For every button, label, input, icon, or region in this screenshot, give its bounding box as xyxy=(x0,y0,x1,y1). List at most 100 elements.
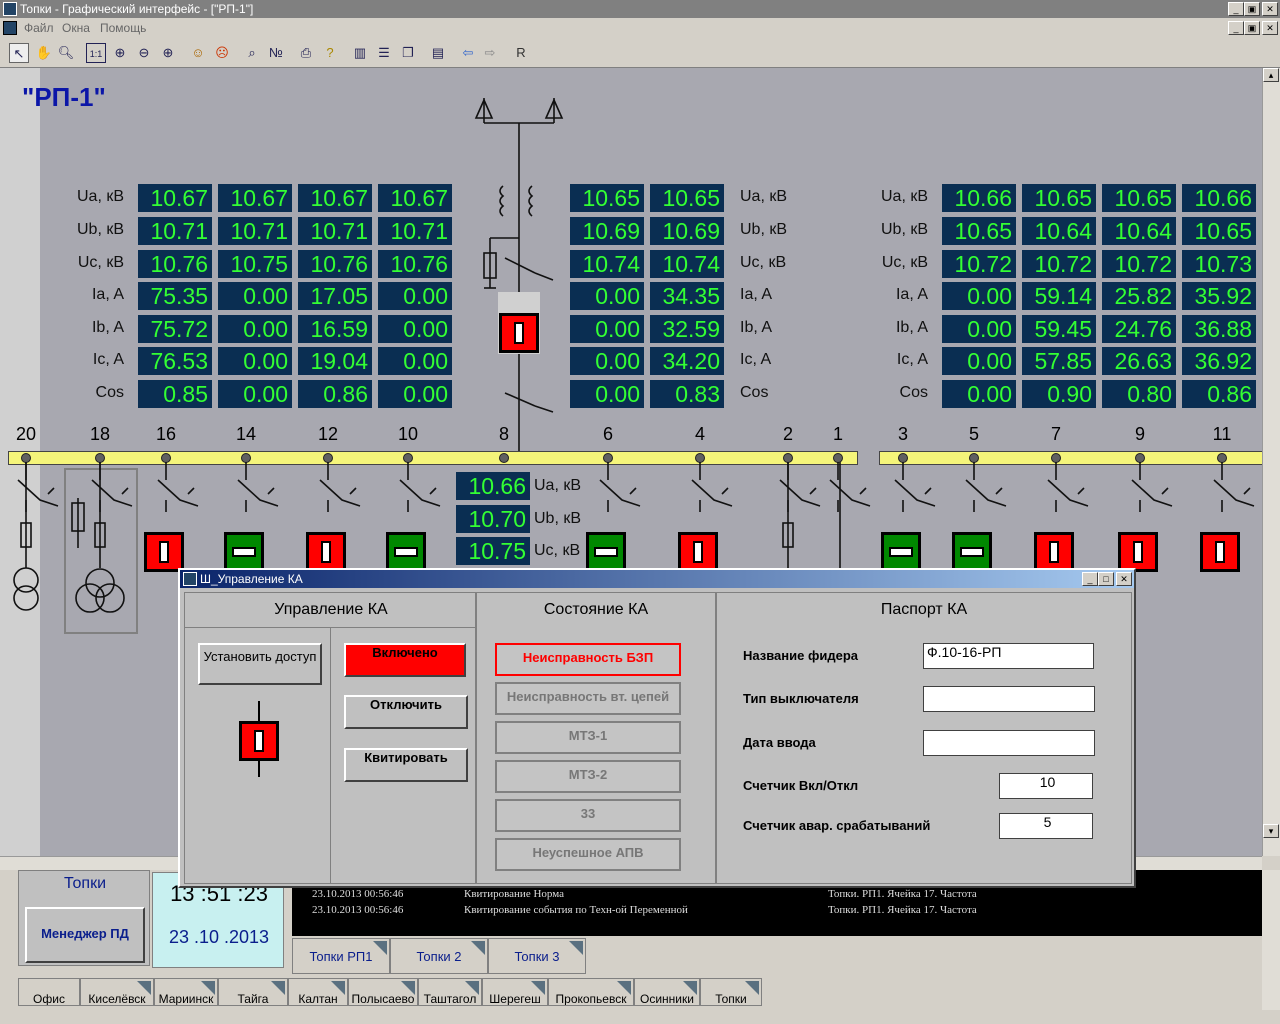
breaker-feeder-6[interactable] xyxy=(586,532,626,572)
doc-minimize-button[interactable]: _ xyxy=(1228,21,1244,35)
menu-file[interactable]: Файл xyxy=(24,21,54,35)
zoom-fit-icon[interactable]: ⊕ xyxy=(110,43,130,63)
number-icon[interactable]: № xyxy=(266,43,286,63)
station-tab[interactable]: Осинники xyxy=(634,978,700,1006)
switch-off-button[interactable]: Отключить xyxy=(344,695,468,729)
station-tab[interactable]: Калтан xyxy=(288,978,348,1006)
feeder-number: 3 xyxy=(897,424,908,444)
breaker-feeder-10[interactable] xyxy=(386,532,426,572)
acknowledge-button[interactable]: Квитировать xyxy=(344,748,468,782)
cascade-icon[interactable]: ❐ xyxy=(398,43,418,63)
station-tab[interactable]: Топки xyxy=(700,978,762,1006)
location-tab[interactable]: Топки 3 xyxy=(488,938,586,974)
back-arrow-icon[interactable]: ⇦ xyxy=(458,43,478,63)
row-label: Ib, A xyxy=(740,319,773,336)
vertical-scrollbar[interactable]: ▴ ▾ xyxy=(1262,68,1280,856)
zoom-out-icon[interactable]: ⊖ xyxy=(134,43,154,63)
value-cell: 10.64 xyxy=(1102,217,1176,245)
toolbar: ↖ ✋ 🔍︎ 1:1 ⊕ ⊖ ⊕ ☺ ☹ ⌕ № ⎙ ? ▥ ☰ ❐ ▤ ⇦ ⇨… xyxy=(0,38,1280,68)
corner-marker-icon xyxy=(373,941,387,955)
log-time: 23.10.2013 00:56:46 xyxy=(312,888,404,900)
value-cell: 10.66 xyxy=(1182,184,1256,212)
station-tab[interactable]: Киселёвск xyxy=(80,978,154,1006)
tile-vertical-icon[interactable]: ▥ xyxy=(350,43,370,63)
binoculars-icon[interactable]: ⌕ xyxy=(242,43,262,63)
breaker-feeder-14[interactable] xyxy=(224,532,264,572)
value-cell: 10.67 xyxy=(138,184,212,212)
value-cell: 10.65 xyxy=(1022,184,1096,212)
station-tab[interactable]: Таштагол xyxy=(418,978,482,1006)
value-cell: 10.69 xyxy=(570,217,644,245)
feeder-number: 14 xyxy=(235,424,257,444)
breaker-type-field[interactable] xyxy=(923,686,1095,712)
breaker-feeder-16[interactable] xyxy=(144,532,184,572)
corner-marker-icon xyxy=(401,981,415,995)
switch-counter-field[interactable]: 10 xyxy=(999,773,1093,799)
minimize-button[interactable]: _ xyxy=(1228,2,1244,16)
forward-arrow-icon[interactable]: ⇨ xyxy=(480,43,500,63)
state-indicator: Неисправность вт. цепей xyxy=(495,682,681,715)
passport-header: Паспорт КА xyxy=(880,601,968,618)
users-icon[interactable]: ☺ xyxy=(188,43,208,63)
dialog-minimize-button[interactable]: _ xyxy=(1082,572,1098,586)
fault-counter-field[interactable]: 5 xyxy=(999,813,1093,839)
station-tab[interactable]: Шерегеш xyxy=(482,978,548,1006)
station-tab[interactable]: Полысаево xyxy=(348,978,418,1006)
station-tab[interactable]: Офис xyxy=(18,978,80,1006)
station-tab[interactable]: Мариинск xyxy=(154,978,218,1006)
breaker-feeder-11[interactable] xyxy=(1200,532,1240,572)
dialog-maximize-button[interactable]: □ xyxy=(1098,572,1114,586)
station-tab[interactable]: Прокопьевск xyxy=(548,978,634,1006)
corner-marker-icon xyxy=(683,981,697,995)
breaker-feeder-12[interactable] xyxy=(306,532,346,572)
value-cell: 10.67 xyxy=(378,184,452,212)
zoom-in-icon[interactable]: ⊕ xyxy=(158,43,178,63)
print-icon[interactable]: ⎙ xyxy=(296,43,316,63)
row-label: Ua, кВ xyxy=(880,188,928,205)
feeder-name-field[interactable]: Ф.10-16-РП xyxy=(923,643,1094,669)
bus-value-cell: 10.70 xyxy=(456,505,530,533)
pointer-icon[interactable]: ↖ xyxy=(9,43,29,63)
help-icon[interactable]: ? xyxy=(320,43,340,63)
window-list-icon[interactable]: ▤ xyxy=(428,43,448,63)
doc-close-button[interactable]: ✕ xyxy=(1262,21,1278,35)
refresh-r-button[interactable]: R xyxy=(511,43,531,63)
magnifier-icon[interactable]: 🔍︎ xyxy=(56,43,76,63)
tile-horizontal-icon[interactable]: ☰ xyxy=(374,43,394,63)
log-row: 23.10.2013 00:56:46 Квитирование события … xyxy=(292,902,1262,918)
set-access-button[interactable]: Установить доступ xyxy=(198,643,322,685)
user-remove-icon[interactable]: ☹ xyxy=(212,43,232,63)
breaker-feeder-3[interactable] xyxy=(881,532,921,572)
doc-maximize-button[interactable]: ▣ xyxy=(1244,21,1260,35)
value-cell: 10.76 xyxy=(378,250,452,278)
breaker-feeder-4[interactable] xyxy=(678,532,718,572)
row-label: Cos xyxy=(899,384,928,401)
scroll-up-button[interactable]: ▴ xyxy=(1263,68,1279,82)
menu-help[interactable]: Помощь xyxy=(100,21,146,35)
value-cell: 10.64 xyxy=(1022,217,1096,245)
row-label: Ib, A xyxy=(895,319,928,336)
maximize-button[interactable]: ▣ xyxy=(1244,2,1260,16)
incomer-breaker[interactable] xyxy=(499,313,539,353)
station-tab[interactable]: Тайга xyxy=(218,978,288,1006)
zoom-1-1-icon[interactable]: 1:1 xyxy=(86,43,106,63)
menu-windows[interactable]: Окна xyxy=(62,21,90,35)
hand-icon[interactable]: ✋ xyxy=(34,43,54,63)
window-title: Топки - Графический интерфейс - ["РП-1"] xyxy=(20,2,254,16)
location-tab[interactable]: Топки 2 xyxy=(390,938,488,974)
bottom-scrollbar[interactable] xyxy=(1262,870,1280,1010)
state-header: Состояние КА xyxy=(543,601,649,618)
breaker-feeder-5[interactable] xyxy=(952,532,992,572)
breaker-feeder-9[interactable] xyxy=(1118,532,1158,572)
value-cell: 16.59 xyxy=(298,315,372,343)
bus-node xyxy=(161,453,171,463)
commission-date-field[interactable] xyxy=(923,730,1095,756)
manager-pd-button[interactable]: Менеджер ПД xyxy=(25,907,145,963)
dialog-close-button[interactable]: ✕ xyxy=(1116,572,1132,586)
breaker-feeder-7[interactable] xyxy=(1034,532,1074,572)
on-state-button[interactable]: Включено xyxy=(344,643,466,677)
close-button[interactable]: ✕ xyxy=(1262,2,1278,16)
location-tab[interactable]: Топки РП1 xyxy=(292,938,390,974)
scroll-down-button[interactable]: ▾ xyxy=(1263,824,1279,838)
log-time: 23.10.2013 00:56:46 xyxy=(312,904,404,916)
